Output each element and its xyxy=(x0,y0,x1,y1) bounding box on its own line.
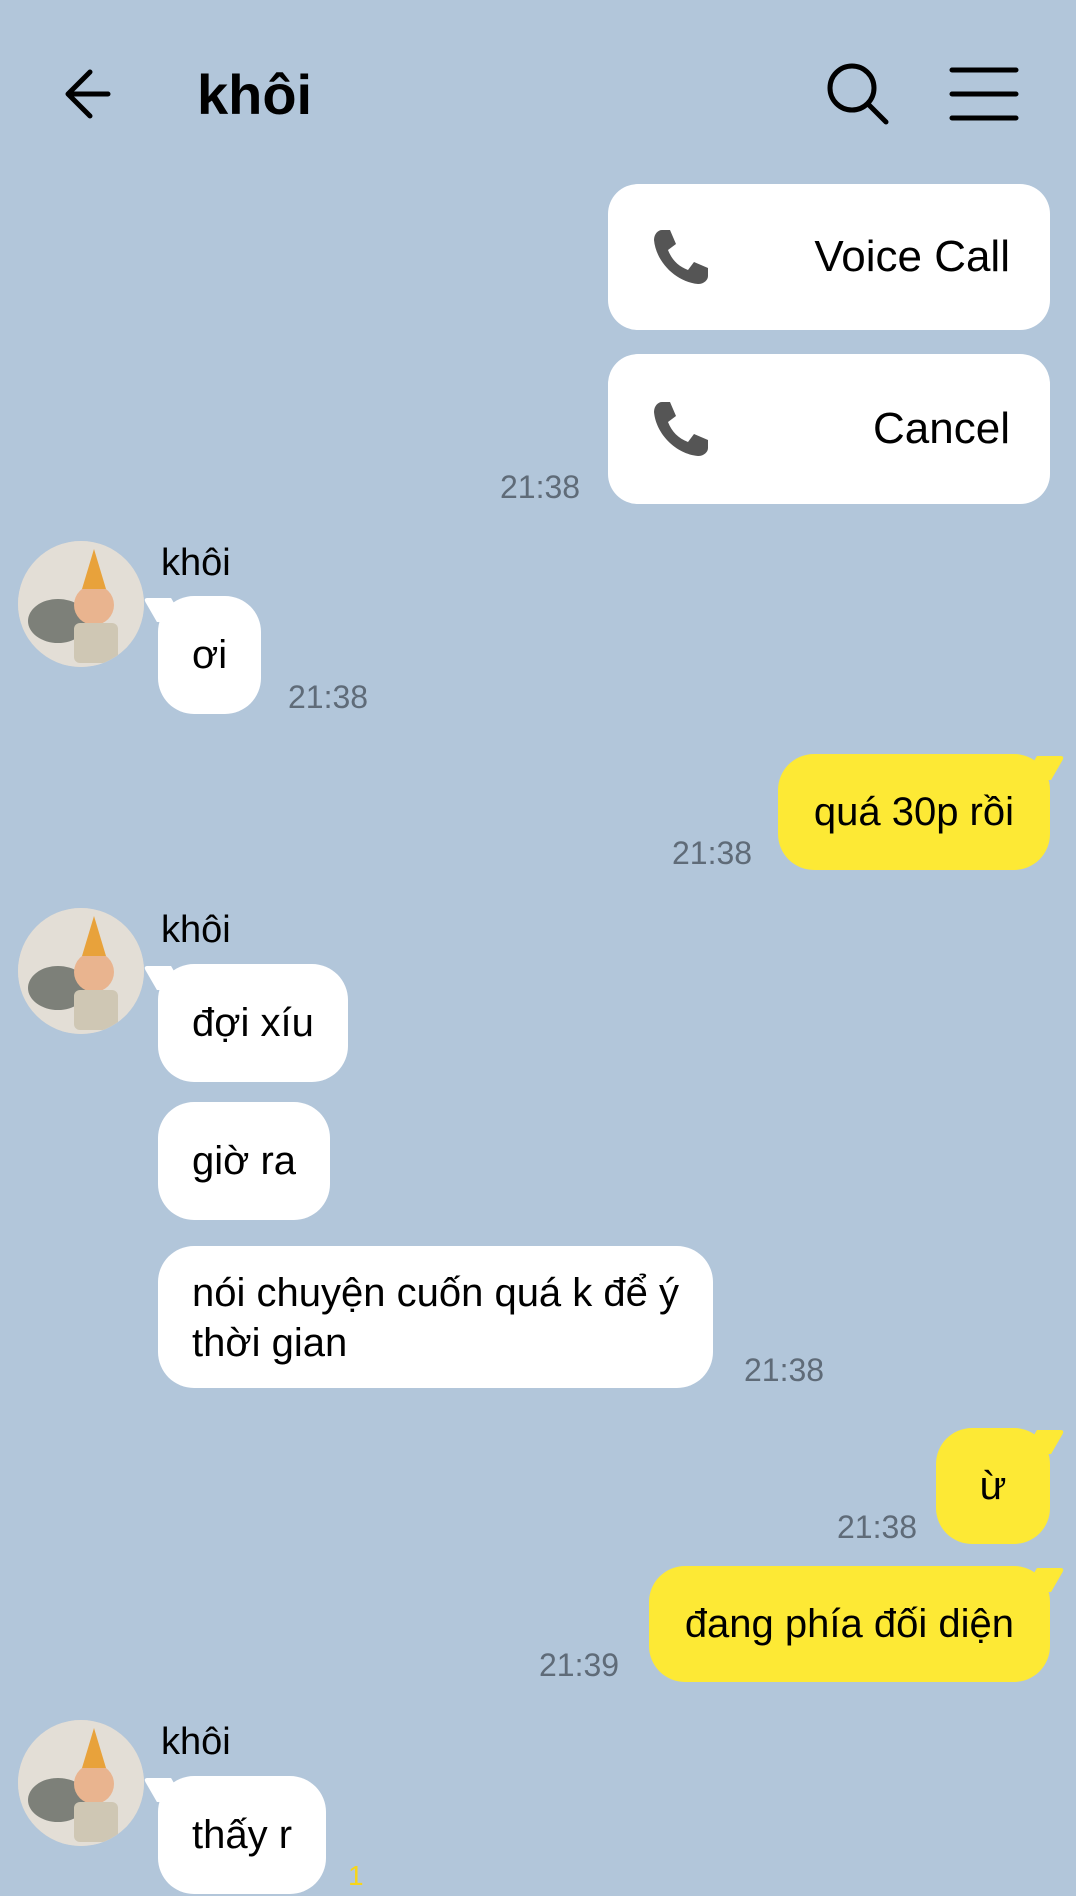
phone-icon xyxy=(654,402,708,456)
sender-name: khôi xyxy=(161,909,231,951)
avatar-photo xyxy=(18,541,144,667)
message-text: giờ ra xyxy=(192,1139,297,1183)
message-text: ơi xyxy=(192,633,228,677)
outgoing-message: quá 30p rồi xyxy=(777,754,1050,870)
timestamp: 21:38 xyxy=(288,679,369,715)
message-text: quá 30p rồi xyxy=(813,790,1014,834)
timestamp: 21:38 xyxy=(837,1509,918,1545)
outgoing-message: đang phía đối diện xyxy=(648,1566,1050,1682)
avatar[interactable] xyxy=(18,1720,144,1846)
search-icon xyxy=(827,63,889,125)
sender-name: khôi xyxy=(161,542,231,584)
phone-icon xyxy=(654,230,708,284)
chat-header: khôi xyxy=(0,0,1076,180)
message-text: thấy r xyxy=(192,1813,293,1857)
page-title: khôi xyxy=(197,63,313,126)
message-text: ừ xyxy=(979,1464,1007,1508)
incoming-message: thấy r xyxy=(158,1776,327,1894)
sender-name: khôi xyxy=(161,1721,231,1763)
avatar-photo xyxy=(18,1720,144,1846)
timestamp: 21:38 xyxy=(672,835,753,871)
search-button[interactable] xyxy=(822,58,894,130)
avatar[interactable] xyxy=(18,541,144,667)
timestamp: 21:38 xyxy=(500,469,581,505)
incoming-message: giờ ra xyxy=(158,1102,331,1220)
message-text-line: nói chuyện cuốn quá k để ý xyxy=(192,1271,680,1315)
avatar[interactable] xyxy=(18,908,144,1034)
voice-call-card[interactable]: Voice Call xyxy=(608,184,1050,330)
timestamp: 21:39 xyxy=(539,1647,620,1683)
avatar-photo xyxy=(18,908,144,1034)
incoming-message: ơi xyxy=(158,596,262,714)
message-text-line: thời gian xyxy=(192,1321,348,1365)
timestamp: 21:38 xyxy=(744,1352,825,1388)
incoming-message: đợi xíu xyxy=(158,964,348,1082)
incoming-message: nói chuyện cuốn quá k để ý thời gian xyxy=(158,1246,714,1388)
cancel-call-card[interactable]: Cancel xyxy=(608,354,1050,504)
message-text: đợi xíu xyxy=(192,1001,314,1045)
outgoing-message: ừ xyxy=(936,1428,1050,1544)
arrow-left-icon xyxy=(65,69,111,119)
menu-button[interactable] xyxy=(948,58,1020,130)
back-button[interactable] xyxy=(60,58,132,130)
unread-count: 1 xyxy=(348,1860,364,1891)
voice-call-label: Voice Call xyxy=(814,232,1010,281)
cancel-label: Cancel xyxy=(873,404,1010,453)
hamburger-menu-icon xyxy=(949,67,1019,121)
message-text: đang phía đối diện xyxy=(684,1602,1014,1646)
